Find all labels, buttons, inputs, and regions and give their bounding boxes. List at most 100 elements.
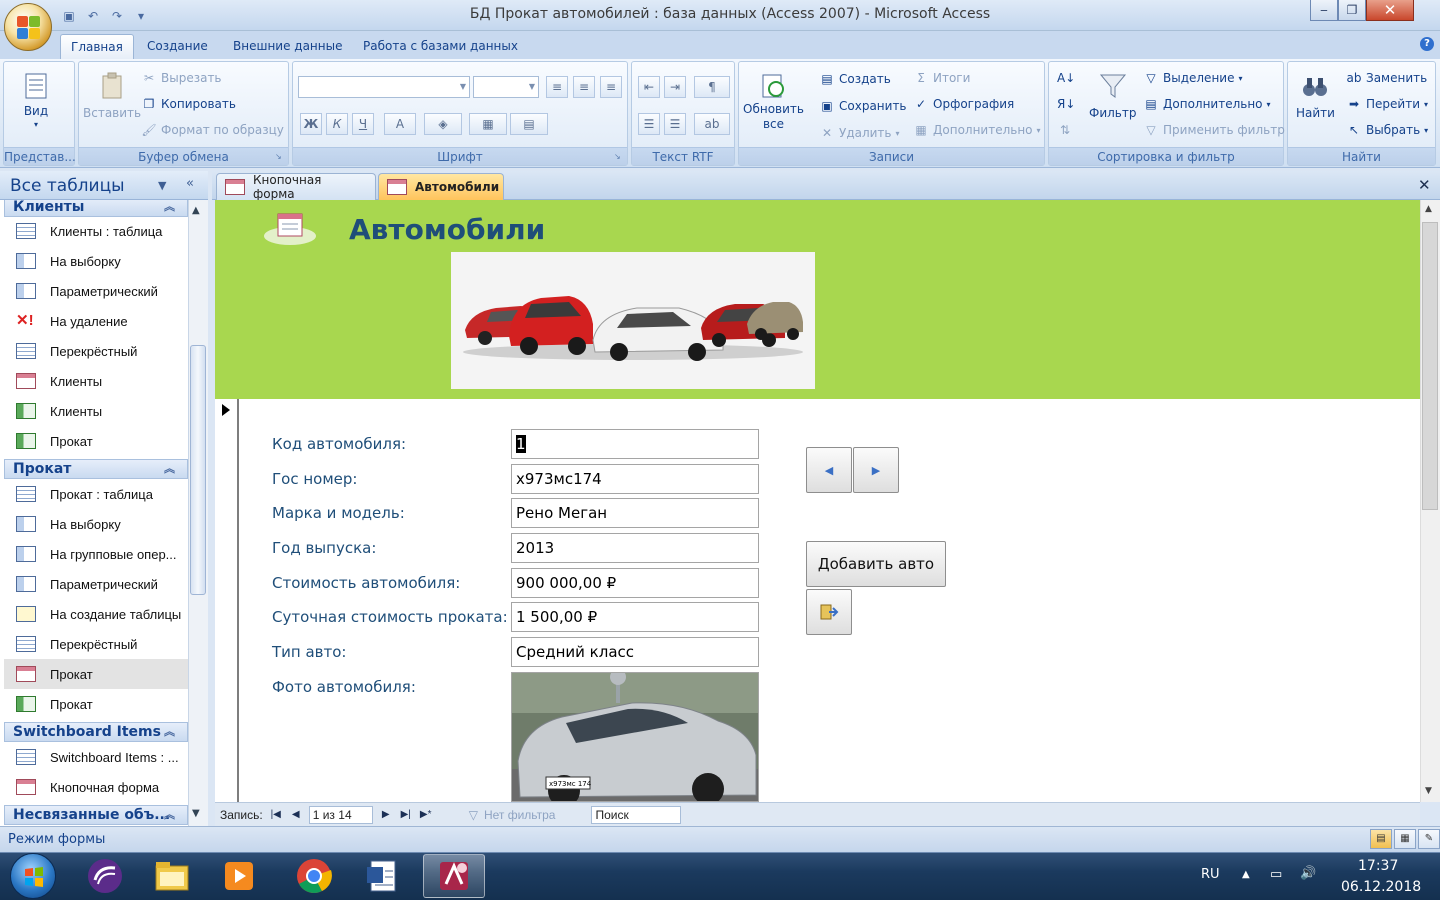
copy-button[interactable]: ❐ Копировать (141, 96, 236, 112)
replace-button[interactable]: ab Заменить (1346, 70, 1428, 86)
nav-item[interactable]: Перекрёстный (4, 336, 188, 366)
nav-item[interactable]: Перекрёстный (4, 629, 188, 659)
form-scroll-thumb[interactable] (1422, 222, 1438, 510)
clock-time[interactable]: 17:37 (1358, 858, 1398, 874)
plate-field[interactable]: х973мс174 (511, 464, 759, 494)
goto-button[interactable]: ➡ Перейти ▾ (1346, 96, 1428, 112)
record-selector[interactable] (215, 399, 239, 802)
next-record-icon[interactable]: ▶ (379, 809, 393, 820)
refresh-all-button[interactable]: Обновить все (743, 70, 804, 132)
nav-item[interactable]: Клиенты : таблица (4, 216, 188, 246)
nav-item[interactable]: Switchboard Items : ... (4, 742, 188, 772)
volume-icon[interactable]: 🔊 (1300, 866, 1316, 881)
view-button[interactable]: Вид ▾ (20, 70, 52, 129)
year-field[interactable]: 2013 (511, 533, 759, 563)
nav-item[interactable]: Прокат (4, 426, 188, 456)
start-button[interactable] (10, 853, 56, 899)
last-record-icon[interactable]: ▶| (399, 809, 413, 820)
new-record-icon[interactable]: ▶* (419, 809, 433, 820)
alt-fill-button[interactable]: ▤ (510, 113, 548, 135)
decrease-indent-button[interactable]: ⇤ (638, 76, 660, 98)
minimize-button[interactable]: ‒ (1310, 0, 1338, 21)
nav-dropdown-icon[interactable]: ▼ (158, 179, 166, 192)
car-photo[interactable]: х973мс 174 (511, 672, 759, 802)
taskbar-app-media[interactable] (208, 854, 270, 898)
record-position-input[interactable]: 1 из 14 (308, 805, 373, 824)
find-button[interactable]: Найти (1296, 70, 1335, 120)
nav-item[interactable]: ✕! На удаление (4, 306, 188, 336)
spelling-button[interactable]: ✓ Орфография (913, 96, 1014, 112)
font-color-button[interactable]: А (384, 113, 416, 135)
taskbar-app-browser[interactable] (74, 854, 136, 898)
next-record-button[interactable]: ▶ (853, 447, 899, 493)
select-button[interactable]: ↖ Выбрать ▾ (1346, 122, 1428, 138)
nav-item[interactable]: На выборку (4, 509, 188, 539)
format-painter-button[interactable]: 🖌 Формат по образцу (141, 122, 284, 138)
filter-status[interactable]: Нет фильтра (484, 808, 556, 822)
nav-item[interactable]: Параметрический (4, 276, 188, 306)
doc-tab-switchboard[interactable]: Кнопочная форма (216, 173, 376, 201)
price-field[interactable]: 900 000,00 ₽ (511, 568, 759, 598)
totals-button[interactable]: Σ Итоги (913, 70, 970, 86)
network-icon[interactable]: ▭ (1270, 867, 1282, 882)
nav-item[interactable]: Кнопочная форма (4, 772, 188, 802)
filter-button[interactable]: Фильтр (1089, 70, 1136, 120)
bullets-button[interactable]: ☰ (664, 113, 686, 135)
save-icon[interactable]: ▣ (60, 7, 78, 25)
italic-button[interactable]: К (326, 113, 348, 135)
paste-button[interactable]: Вставить (83, 70, 141, 120)
redo-icon[interactable]: ↷ (108, 7, 126, 25)
nav-collapse-icon[interactable]: « (186, 176, 194, 191)
help-icon[interactable]: ? (1420, 37, 1434, 51)
font-size-combo[interactable]: ▼ (473, 76, 539, 98)
close-button[interactable]: ✕ (1366, 0, 1414, 21)
car-id-field[interactable]: 1 (511, 429, 759, 459)
tray-expand-icon[interactable]: ▲ (1242, 869, 1250, 880)
datasheet-view-icon[interactable]: ▦ (1394, 829, 1416, 849)
bold-button[interactable]: Ж (300, 113, 322, 135)
tab-database-tools[interactable]: Работа с базами данных (353, 34, 528, 59)
records-more-button[interactable]: ▦ Дополнительно ▾ (913, 122, 1040, 138)
new-record-button[interactable]: ▤ Создать (819, 71, 891, 87)
add-car-button[interactable]: Добавить авто (806, 541, 946, 587)
font-launcher-icon[interactable]: ↘ (614, 152, 624, 162)
language-indicator[interactable]: RU (1201, 867, 1220, 882)
clock-date[interactable]: 06.12.2018 (1341, 879, 1421, 895)
nav-item-selected[interactable]: Прокат (4, 659, 188, 689)
taskbar-app-access[interactable] (423, 854, 485, 898)
clear-sort-button[interactable]: ⇅ (1057, 122, 1073, 138)
nav-item[interactable]: Прокат (4, 689, 188, 719)
scroll-down-icon[interactable]: ▼ (1425, 786, 1432, 796)
nav-item[interactable]: Клиенты (4, 396, 188, 426)
gridlines-button[interactable]: ▦ (469, 113, 507, 135)
design-view-icon[interactable]: ✎ (1418, 829, 1440, 849)
prev-record-icon[interactable]: ◀ (289, 809, 303, 820)
nav-scroll-thumb[interactable] (190, 345, 206, 595)
doc-tab-cars[interactable]: Автомобили (378, 173, 504, 200)
sort-asc-button[interactable]: A↓ (1057, 70, 1075, 86)
nav-group-rental[interactable]: Прокат ︽ (4, 459, 188, 479)
align-left-button[interactable]: ≡ (546, 76, 568, 98)
cut-button[interactable]: ✂ Вырезать (141, 70, 222, 86)
tab-home[interactable]: Главная (60, 34, 134, 59)
taskbar-app-explorer[interactable] (141, 854, 203, 898)
increase-indent-button[interactable]: ⇥ (664, 76, 686, 98)
form-view-icon[interactable]: ▤ (1370, 829, 1392, 849)
taskbar-app-chrome[interactable] (283, 854, 345, 898)
nav-item[interactable]: Клиенты (4, 366, 188, 396)
first-record-icon[interactable]: |◀ (269, 809, 283, 820)
exit-form-button[interactable] (806, 589, 852, 635)
undo-icon[interactable]: ↶ (84, 7, 102, 25)
prev-record-button[interactable]: ◀ (806, 447, 852, 493)
daily-rate-field[interactable]: 1 500,00 ₽ (511, 602, 759, 632)
nav-item[interactable]: На создание таблицы (4, 599, 188, 629)
tab-create[interactable]: Создание (137, 34, 218, 59)
office-button[interactable] (4, 3, 52, 51)
search-input[interactable]: Поиск (591, 805, 682, 824)
taskbar-app-word[interactable] (352, 854, 414, 898)
toggle-filter-button[interactable]: ▽ Применить фильтр (1143, 122, 1284, 138)
car-type-field[interactable]: Средний класс (511, 637, 759, 667)
tab-external-data[interactable]: Внешние данные (223, 34, 352, 59)
model-field[interactable]: Рено Меган (511, 498, 759, 528)
nav-item[interactable]: Параметрический (4, 569, 188, 599)
